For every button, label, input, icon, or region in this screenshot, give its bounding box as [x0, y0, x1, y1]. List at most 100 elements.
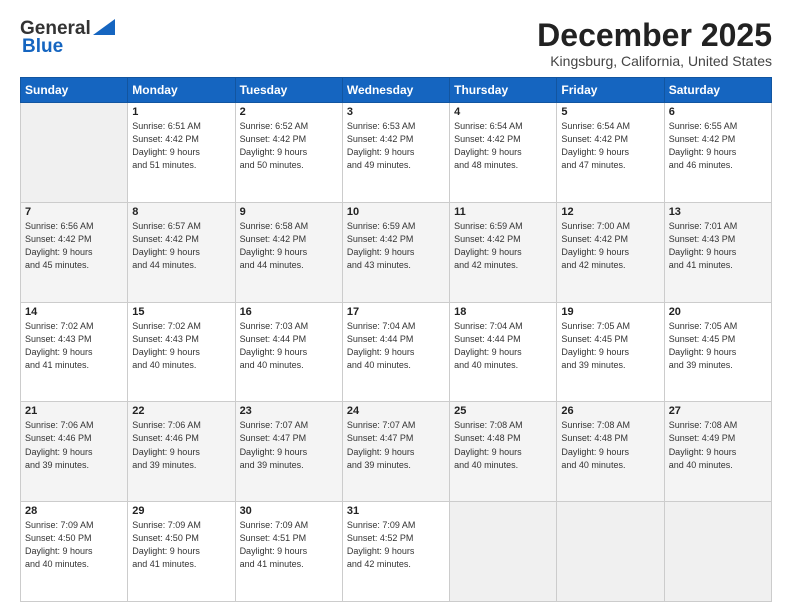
table-row: 1 Sunrise: 6:51 AM Sunset: 4:42 PM Daylig… [128, 103, 235, 203]
day-number: 25 [454, 405, 552, 417]
day-number: 26 [561, 405, 659, 417]
day-info: Sunrise: 7:08 AM Sunset: 4:48 PM Dayligh… [454, 419, 552, 471]
day-number: 3 [347, 106, 445, 118]
day-number: 24 [347, 405, 445, 417]
day-info: Sunrise: 7:01 AM Sunset: 4:43 PM Dayligh… [669, 220, 767, 272]
title-block: December 2025 Kingsburg, California, Uni… [537, 18, 772, 69]
table-row: 3 Sunrise: 6:53 AM Sunset: 4:42 PM Daylig… [342, 103, 449, 203]
day-number: 23 [240, 405, 338, 417]
calendar-table: Sunday Monday Tuesday Wednesday Thursday… [20, 77, 772, 602]
table-row: 13 Sunrise: 7:01 AM Sunset: 4:43 PM Dayli… [664, 202, 771, 302]
day-info: Sunrise: 7:02 AM Sunset: 4:43 PM Dayligh… [25, 320, 123, 372]
calendar-week-row: 21Sunrise: 7:06 AM Sunset: 4:46 PM Dayli… [21, 402, 772, 502]
table-row: 8 Sunrise: 6:57 AM Sunset: 4:42 PM Daylig… [128, 202, 235, 302]
day-number: 6 [669, 106, 767, 118]
day-number: 28 [25, 505, 123, 517]
table-row: 9Sunrise: 6:58 AM Sunset: 4:42 PM Daylig… [235, 202, 342, 302]
col-monday: Monday [128, 78, 235, 103]
day-number: 11 [454, 206, 552, 218]
day-number: 17 [347, 306, 445, 318]
day-number: 18 [454, 306, 552, 318]
day-number: 31 [347, 505, 445, 517]
table-row: 17Sunrise: 7:04 AM Sunset: 4:44 PM Dayli… [342, 302, 449, 402]
calendar-week-row: 28 Sunrise: 7:09 AM Sunset: 4:50 PM Dayli… [21, 502, 772, 602]
day-info: Sunrise: 6:53 AM Sunset: 4:42 PM Dayligh… [347, 120, 445, 172]
day-number: 8 [132, 206, 230, 218]
day-info: Sunrise: 7:08 AM Sunset: 4:48 PM Dayligh… [561, 419, 659, 471]
table-row: 15Sunrise: 7:02 AM Sunset: 4:43 PM Dayli… [128, 302, 235, 402]
table-row: 25 Sunrise: 7:08 AM Sunset: 4:48 PM Dayli… [450, 402, 557, 502]
day-number: 29 [132, 505, 230, 517]
day-info: Sunrise: 7:03 AM Sunset: 4:44 PM Dayligh… [240, 320, 338, 372]
table-row: 23 Sunrise: 7:07 AM Sunset: 4:47 PM Dayli… [235, 402, 342, 502]
month-title: December 2025 [537, 18, 772, 53]
table-row: 27 Sunrise: 7:08 AM Sunset: 4:49 PM Dayli… [664, 402, 771, 502]
table-row: 10 Sunrise: 6:59 AM Sunset: 4:42 PM Dayli… [342, 202, 449, 302]
day-info: Sunrise: 7:04 AM Sunset: 4:44 PM Dayligh… [454, 320, 552, 372]
day-info: Sunrise: 6:59 AM Sunset: 4:42 PM Dayligh… [454, 220, 552, 272]
table-row: 22Sunrise: 7:06 AM Sunset: 4:46 PM Dayli… [128, 402, 235, 502]
col-saturday: Saturday [664, 78, 771, 103]
page: General Blue December 2025 Kingsburg, Ca… [0, 0, 792, 612]
day-info: Sunrise: 7:08 AM Sunset: 4:49 PM Dayligh… [669, 419, 767, 471]
day-number: 15 [132, 306, 230, 318]
table-row: 5Sunrise: 6:54 AM Sunset: 4:42 PM Daylig… [557, 103, 664, 203]
table-row [21, 103, 128, 203]
day-info: Sunrise: 6:51 AM Sunset: 4:42 PM Dayligh… [132, 120, 230, 172]
day-info: Sunrise: 7:09 AM Sunset: 4:52 PM Dayligh… [347, 519, 445, 571]
col-wednesday: Wednesday [342, 78, 449, 103]
day-info: Sunrise: 6:52 AM Sunset: 4:42 PM Dayligh… [240, 120, 338, 172]
day-number: 20 [669, 306, 767, 318]
table-row: 28Sunrise: 7:09 AM Sunset: 4:50 PM Dayli… [21, 502, 128, 602]
header: General Blue December 2025 Kingsburg, Ca… [20, 18, 772, 69]
day-info: Sunrise: 6:56 AM Sunset: 4:42 PM Dayligh… [25, 220, 123, 272]
table-row [664, 502, 771, 602]
col-friday: Friday [557, 78, 664, 103]
day-number: 1 [132, 106, 230, 118]
table-row: 12Sunrise: 7:00 AM Sunset: 4:42 PM Dayli… [557, 202, 664, 302]
table-row: 18 Sunrise: 7:04 AM Sunset: 4:44 PM Dayli… [450, 302, 557, 402]
table-row: 26 Sunrise: 7:08 AM Sunset: 4:48 PM Dayli… [557, 402, 664, 502]
table-row: 4 Sunrise: 6:54 AM Sunset: 4:42 PM Daylig… [450, 103, 557, 203]
calendar-week-row: 7 Sunrise: 6:56 AM Sunset: 4:42 PM Daylig… [21, 202, 772, 302]
col-tuesday: Tuesday [235, 78, 342, 103]
table-row: 7 Sunrise: 6:56 AM Sunset: 4:42 PM Daylig… [21, 202, 128, 302]
day-info: Sunrise: 7:07 AM Sunset: 4:47 PM Dayligh… [240, 419, 338, 471]
logo-icon [93, 19, 115, 35]
day-number: 10 [347, 206, 445, 218]
day-number: 30 [240, 505, 338, 517]
day-info: Sunrise: 6:59 AM Sunset: 4:42 PM Dayligh… [347, 220, 445, 272]
table-row: 30 Sunrise: 7:09 AM Sunset: 4:51 PM Dayli… [235, 502, 342, 602]
table-row: 16 Sunrise: 7:03 AM Sunset: 4:44 PM Dayli… [235, 302, 342, 402]
table-row: 6 Sunrise: 6:55 AM Sunset: 4:42 PM Daylig… [664, 103, 771, 203]
day-info: Sunrise: 6:54 AM Sunset: 4:42 PM Dayligh… [454, 120, 552, 172]
day-number: 7 [25, 206, 123, 218]
col-sunday: Sunday [21, 78, 128, 103]
day-info: Sunrise: 7:07 AM Sunset: 4:47 PM Dayligh… [347, 419, 445, 471]
day-info: Sunrise: 7:06 AM Sunset: 4:46 PM Dayligh… [25, 419, 123, 471]
table-row [450, 502, 557, 602]
table-row: 2Sunrise: 6:52 AM Sunset: 4:42 PM Daylig… [235, 103, 342, 203]
day-info: Sunrise: 7:09 AM Sunset: 4:51 PM Dayligh… [240, 519, 338, 571]
day-number: 19 [561, 306, 659, 318]
calendar-header-row: Sunday Monday Tuesday Wednesday Thursday… [21, 78, 772, 103]
day-number: 4 [454, 106, 552, 118]
logo-blue: Blue [22, 36, 63, 58]
table-row: 24 Sunrise: 7:07 AM Sunset: 4:47 PM Dayli… [342, 402, 449, 502]
day-number: 27 [669, 405, 767, 417]
table-row: 11 Sunrise: 6:59 AM Sunset: 4:42 PM Dayli… [450, 202, 557, 302]
day-info: Sunrise: 6:57 AM Sunset: 4:42 PM Dayligh… [132, 220, 230, 272]
day-info: Sunrise: 7:05 AM Sunset: 4:45 PM Dayligh… [561, 320, 659, 372]
table-row: 19 Sunrise: 7:05 AM Sunset: 4:45 PM Dayli… [557, 302, 664, 402]
day-info: Sunrise: 6:55 AM Sunset: 4:42 PM Dayligh… [669, 120, 767, 172]
day-info: Sunrise: 7:09 AM Sunset: 4:50 PM Dayligh… [132, 519, 230, 571]
calendar-week-row: 1 Sunrise: 6:51 AM Sunset: 4:42 PM Daylig… [21, 103, 772, 203]
col-thursday: Thursday [450, 78, 557, 103]
day-number: 22 [132, 405, 230, 417]
day-number: 14 [25, 306, 123, 318]
table-row: 31 Sunrise: 7:09 AM Sunset: 4:52 PM Dayli… [342, 502, 449, 602]
day-info: Sunrise: 7:05 AM Sunset: 4:45 PM Dayligh… [669, 320, 767, 372]
table-row [557, 502, 664, 602]
day-number: 16 [240, 306, 338, 318]
day-number: 13 [669, 206, 767, 218]
